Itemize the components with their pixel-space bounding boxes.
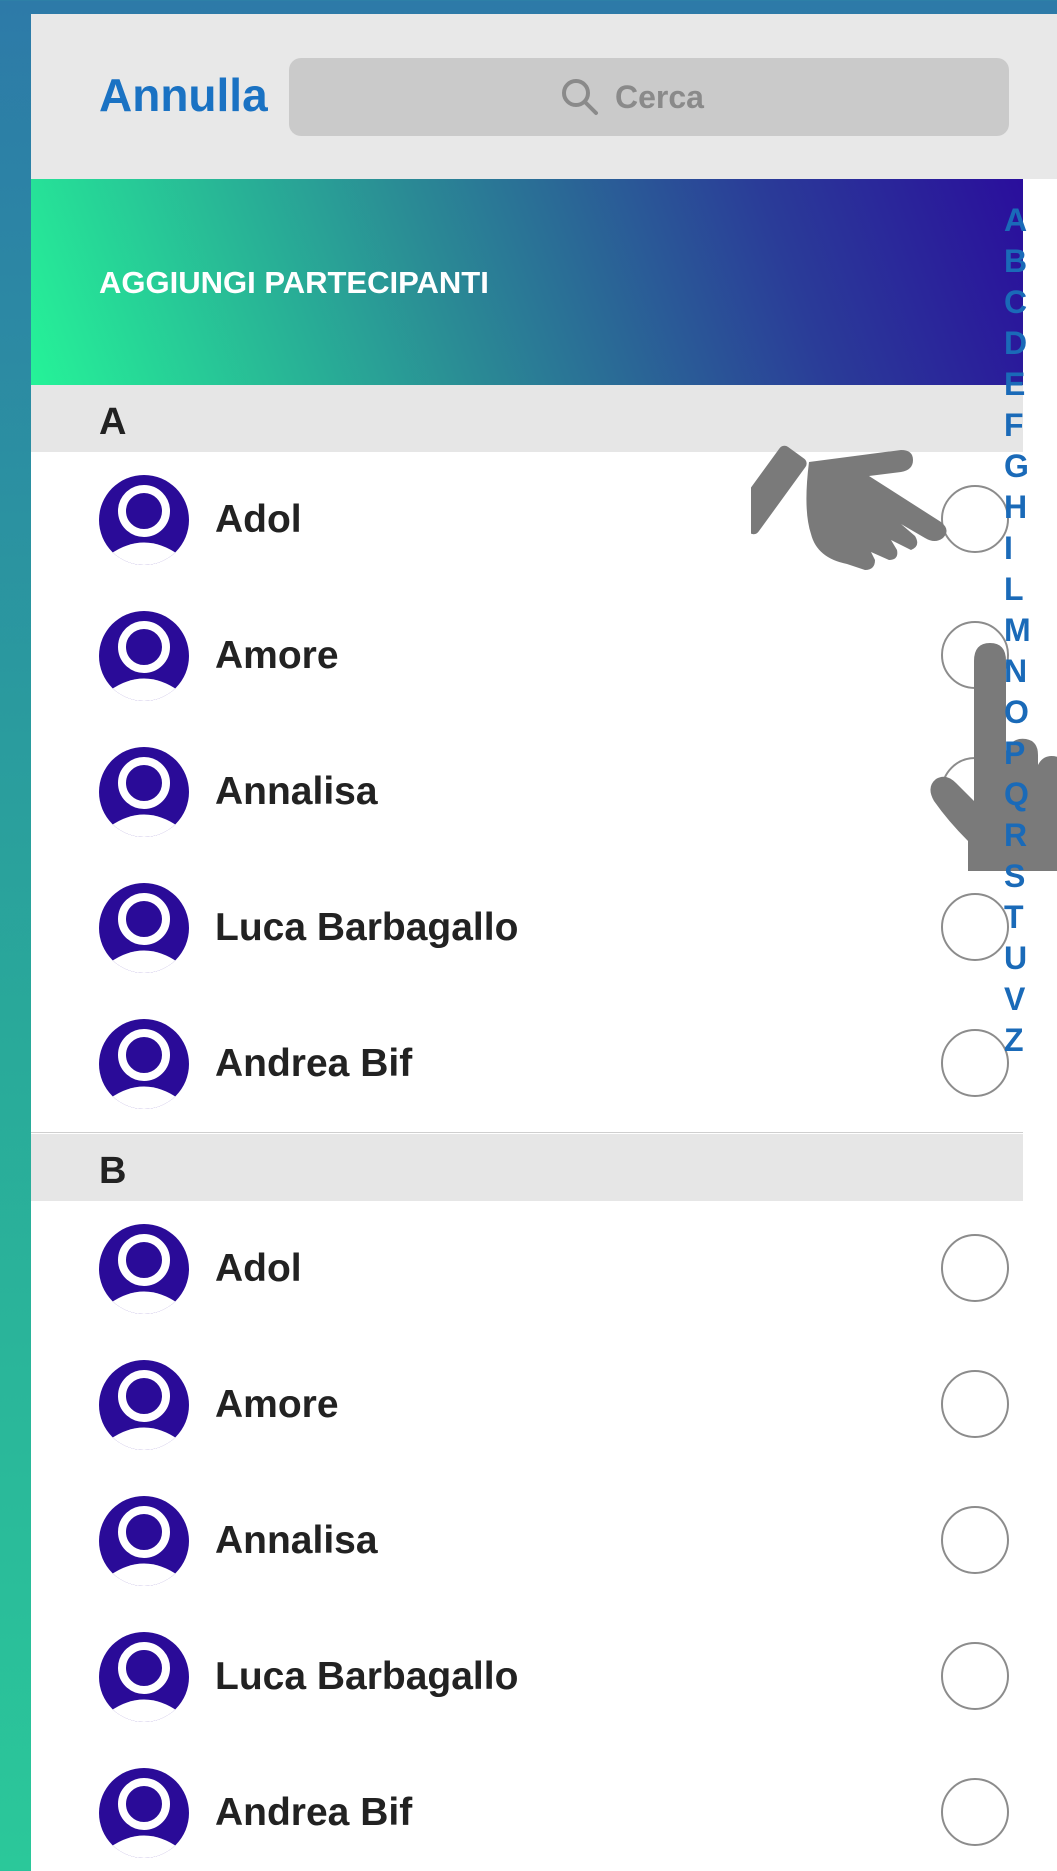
contact-name: Annalisa xyxy=(215,1519,378,1562)
contact-name: Annalisa xyxy=(215,770,378,813)
index-letter-a[interactable]: A xyxy=(1004,200,1057,241)
contact-row[interactable]: Annalisa xyxy=(31,1473,1023,1610)
index-letter-z[interactable]: Z xyxy=(1004,1020,1057,1061)
index-letter-u[interactable]: U xyxy=(1004,938,1057,979)
person-avatar-icon xyxy=(99,475,189,565)
person-avatar-icon xyxy=(99,1224,189,1314)
select-radio[interactable] xyxy=(941,757,1009,825)
banner-title: AGGIUNGI PARTECIPANTI xyxy=(99,265,489,300)
section-letter: A xyxy=(99,401,127,443)
person-avatar-icon xyxy=(99,1496,189,1586)
index-letter-r[interactable]: R xyxy=(1004,815,1057,856)
select-radio[interactable] xyxy=(941,1642,1009,1710)
select-radio[interactable] xyxy=(941,485,1009,553)
section-letter: B xyxy=(99,1150,127,1192)
select-radio[interactable] xyxy=(941,893,1009,961)
section-header-b: B xyxy=(31,1134,1023,1201)
index-letter-e[interactable]: E xyxy=(1004,364,1057,405)
person-avatar-icon xyxy=(99,747,189,837)
select-radio[interactable] xyxy=(941,1778,1009,1846)
contact-name: Luca Barbagallo xyxy=(215,1655,519,1698)
index-letter-n[interactable]: N xyxy=(1004,651,1057,692)
select-radio[interactable] xyxy=(941,1234,1009,1302)
index-letter-v[interactable]: V xyxy=(1004,979,1057,1020)
contact-row[interactable]: Andrea Bif xyxy=(31,996,1023,1133)
person-avatar-icon xyxy=(99,1768,189,1858)
select-radio[interactable] xyxy=(941,1370,1009,1438)
search-icon xyxy=(562,79,598,115)
contact-name: Adol xyxy=(215,1247,302,1290)
top-bar: Annulla xyxy=(31,14,1057,179)
select-radio[interactable] xyxy=(941,1506,1009,1574)
contact-row[interactable]: Luca Barbagallo xyxy=(31,1609,1023,1746)
index-letter-h[interactable]: H xyxy=(1004,487,1057,528)
index-letter-m[interactable]: M xyxy=(1004,610,1057,651)
index-letter-b[interactable]: B xyxy=(1004,241,1057,282)
contact-row[interactable]: Annalisa xyxy=(31,724,1023,861)
index-letter-t[interactable]: T xyxy=(1004,897,1057,938)
index-letter-f[interactable]: F xyxy=(1004,405,1057,446)
index-letter-d[interactable]: D xyxy=(1004,323,1057,364)
section-header-a: A xyxy=(31,385,1023,452)
person-avatar-icon xyxy=(99,1360,189,1450)
contact-name: Amore xyxy=(215,634,339,677)
index-letter-o[interactable]: O xyxy=(1004,692,1057,733)
index-letter-l[interactable]: L xyxy=(1004,569,1057,610)
contact-row[interactable]: Adol xyxy=(31,1201,1023,1338)
contact-row[interactable]: Adol xyxy=(31,452,1023,589)
contact-name: Andrea Bif xyxy=(215,1791,413,1834)
index-letter-p[interactable]: P xyxy=(1004,733,1057,774)
contact-row[interactable]: Amore xyxy=(31,588,1023,725)
contact-row[interactable]: Amore xyxy=(31,1337,1023,1474)
index-letter-c[interactable]: C xyxy=(1004,282,1057,323)
contact-row[interactable]: Andrea Bif xyxy=(31,1745,1023,1871)
person-avatar-icon xyxy=(99,611,189,701)
alphabet-index[interactable]: A B C D E F G H I L M N O P Q R S T U V … xyxy=(1004,200,1057,1061)
index-letter-q[interactable]: Q xyxy=(1004,774,1057,815)
contact-name: Adol xyxy=(215,498,302,541)
select-radio[interactable] xyxy=(941,1029,1009,1097)
person-avatar-icon xyxy=(99,1632,189,1722)
index-letter-i[interactable]: I xyxy=(1004,528,1057,569)
person-avatar-icon xyxy=(99,1019,189,1109)
cancel-button[interactable]: Annulla xyxy=(99,68,268,122)
contact-row[interactable]: Luca Barbagallo xyxy=(31,860,1023,997)
person-avatar-icon xyxy=(99,883,189,973)
index-letter-g[interactable]: G xyxy=(1004,446,1057,487)
contact-name: Luca Barbagallo xyxy=(215,906,519,949)
search-bar[interactable] xyxy=(289,58,1009,136)
contact-name: Andrea Bif xyxy=(215,1042,413,1085)
contact-picker-panel: Annulla AGGIUNGI PARTECIPANTI A Adol Amo… xyxy=(31,14,1057,1871)
select-radio[interactable] xyxy=(941,621,1009,689)
contact-name: Amore xyxy=(215,1383,339,1426)
search-input[interactable] xyxy=(613,77,737,117)
index-letter-s[interactable]: S xyxy=(1004,856,1057,897)
